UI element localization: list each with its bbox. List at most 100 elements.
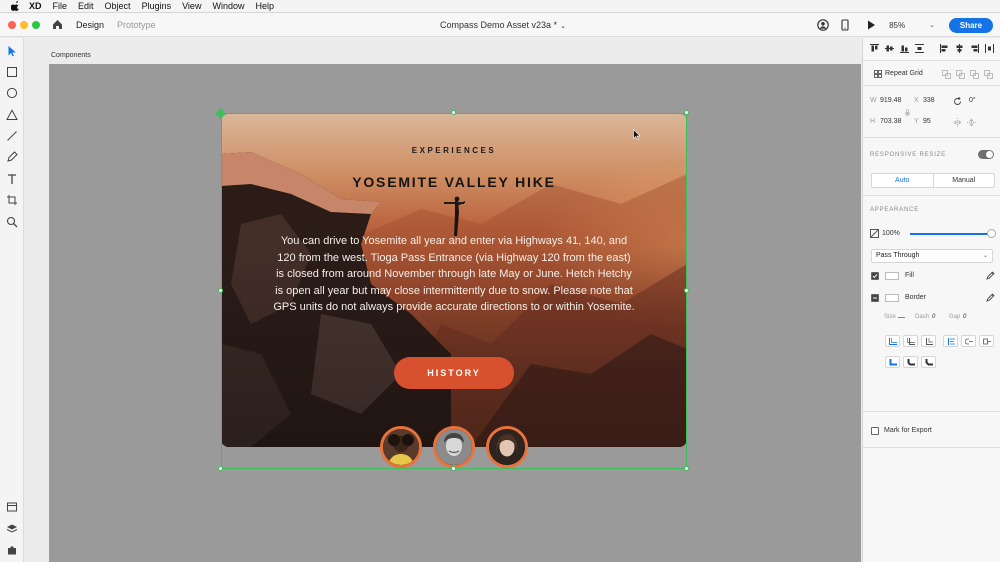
zoom-window-button[interactable] — [32, 20, 40, 29]
artboard-label[interactable]: Components — [51, 52, 91, 59]
align-bottom-icon[interactable] — [900, 44, 909, 53]
cap-round-button[interactable] — [961, 335, 976, 347]
tab-prototype[interactable]: Prototype — [117, 20, 156, 30]
home-icon[interactable] — [52, 19, 63, 30]
rotate-icon[interactable] — [953, 97, 962, 106]
layers-panel-icon[interactable] — [6, 523, 18, 535]
opacity-slider-handle[interactable] — [987, 229, 996, 238]
distribute-vertical-icon[interactable] — [915, 44, 924, 53]
border-color-swatch[interactable] — [885, 294, 899, 302]
eyedropper-icon[interactable] — [986, 271, 995, 280]
zoom-level[interactable]: 85% — [889, 21, 905, 30]
artboard-tool-icon[interactable] — [6, 194, 18, 206]
rectangle-tool-icon[interactable] — [6, 66, 18, 78]
cap-butt-button[interactable] — [943, 335, 958, 347]
align-top-icon[interactable] — [870, 44, 879, 53]
menu-plugins[interactable]: Plugins — [142, 0, 172, 13]
plugins-panel-icon[interactable] — [6, 544, 18, 556]
menu-file[interactable]: File — [53, 0, 68, 13]
resize-handle-bottom-right[interactable] — [684, 466, 689, 471]
play-preview-icon[interactable] — [865, 19, 877, 31]
gap-input[interactable]: 0 — [963, 314, 966, 320]
x-label: X — [914, 97, 919, 104]
document-title[interactable]: Compass Demo Asset v23a * ⌄ — [440, 13, 566, 37]
y-label: Y — [914, 118, 919, 125]
zoom-chevron-down-icon[interactable]: ⌄ — [929, 21, 935, 29]
resize-mode-auto[interactable]: Auto — [872, 174, 934, 187]
opacity-slider-track[interactable] — [910, 233, 990, 235]
fill-color-swatch[interactable] — [885, 272, 899, 280]
stroke-center-button[interactable] — [921, 335, 936, 347]
lock-aspect-icon[interactable] — [903, 108, 912, 117]
mark-for-export-checkbox[interactable] — [871, 427, 879, 435]
flip-horizontal-icon[interactable] — [953, 118, 962, 127]
resize-handle-bottom-left[interactable] — [218, 466, 223, 471]
border-size-input[interactable] — [898, 317, 905, 318]
menu-app-name[interactable]: XD — [29, 0, 42, 13]
height-input[interactable]: 703.38 — [880, 118, 901, 125]
fill-checkbox[interactable] — [871, 272, 879, 280]
menu-view[interactable]: View — [182, 0, 201, 13]
select-tool-icon[interactable] — [6, 45, 18, 57]
align-middle-icon[interactable] — [885, 44, 894, 53]
zoom-tool-icon[interactable] — [6, 216, 18, 228]
menu-help[interactable]: Help — [255, 0, 274, 13]
join-miter-button[interactable] — [885, 356, 900, 368]
rotation-input[interactable]: 0° — [969, 97, 976, 104]
eyedropper-icon[interactable] — [986, 293, 995, 302]
resize-handle-top[interactable] — [451, 110, 456, 115]
repeat-grid-button[interactable]: Repeat Grid — [871, 67, 925, 81]
stroke-inner-button[interactable] — [885, 335, 900, 347]
width-input[interactable]: 919.48 — [880, 97, 901, 104]
opacity-value[interactable]: 100% — [882, 230, 900, 237]
y-input[interactable]: 95 — [923, 118, 931, 125]
cap-square-button[interactable] — [979, 335, 994, 347]
polygon-tool-icon[interactable] — [6, 109, 18, 121]
dash-input[interactable]: 0 — [932, 314, 935, 320]
resize-handle-left[interactable] — [218, 288, 223, 293]
card-eyebrow: EXPERIENCES — [411, 146, 497, 155]
repeat-grid-label: Repeat Grid — [885, 70, 923, 77]
align-left-icon[interactable] — [940, 44, 949, 53]
x-input[interactable]: 338 — [923, 97, 935, 104]
menu-object[interactable]: Object — [105, 0, 131, 13]
boolean-add-icon[interactable] — [942, 70, 951, 79]
line-tool-icon[interactable] — [6, 130, 18, 142]
minimize-window-button[interactable] — [20, 20, 28, 29]
ellipse-tool-icon[interactable] — [6, 87, 18, 99]
boolean-exclude-icon[interactable] — [984, 70, 993, 79]
align-center-icon[interactable] — [955, 44, 964, 53]
mobile-preview-icon[interactable] — [839, 19, 851, 31]
avatar[interactable] — [486, 426, 528, 468]
checkbox-dash-icon — [873, 297, 877, 299]
experience-card[interactable]: EXPERIENCES YOSEMITE VALLEY HIKE You can… — [221, 114, 687, 447]
border-checkbox[interactable] — [871, 294, 879, 302]
blend-mode-select[interactable]: Pass Through ⌄ — [871, 249, 993, 263]
close-window-button[interactable] — [8, 20, 16, 29]
responsive-resize-toggle[interactable] — [978, 150, 994, 159]
user-account-icon[interactable] — [817, 19, 829, 31]
apple-logo-icon[interactable] — [11, 1, 21, 11]
menu-edit[interactable]: Edit — [78, 0, 94, 13]
share-button[interactable]: Share — [949, 17, 993, 33]
menu-window[interactable]: Window — [212, 0, 244, 13]
text-tool-icon[interactable] — [6, 173, 18, 185]
boolean-subtract-icon[interactable] — [956, 70, 965, 79]
avatar[interactable] — [433, 426, 475, 468]
tab-design[interactable]: Design — [76, 20, 104, 30]
resize-handle-bottom[interactable] — [451, 466, 456, 471]
flip-vertical-icon[interactable] — [967, 118, 976, 127]
resize-mode-manual[interactable]: Manual — [934, 174, 995, 187]
join-bevel-button[interactable] — [921, 356, 936, 368]
history-button[interactable]: HISTORY — [394, 357, 514, 389]
boolean-intersect-icon[interactable] — [970, 70, 979, 79]
stroke-outer-button[interactable] — [903, 335, 918, 347]
assets-panel-icon[interactable] — [6, 501, 18, 513]
align-right-icon[interactable] — [970, 44, 979, 53]
resize-handle-top-right[interactable] — [684, 110, 689, 115]
avatar[interactable] — [380, 426, 422, 468]
resize-handle-right[interactable] — [684, 288, 689, 293]
pen-tool-icon[interactable] — [6, 151, 18, 163]
join-round-button[interactable] — [903, 356, 918, 368]
distribute-horizontal-icon[interactable] — [985, 44, 994, 53]
